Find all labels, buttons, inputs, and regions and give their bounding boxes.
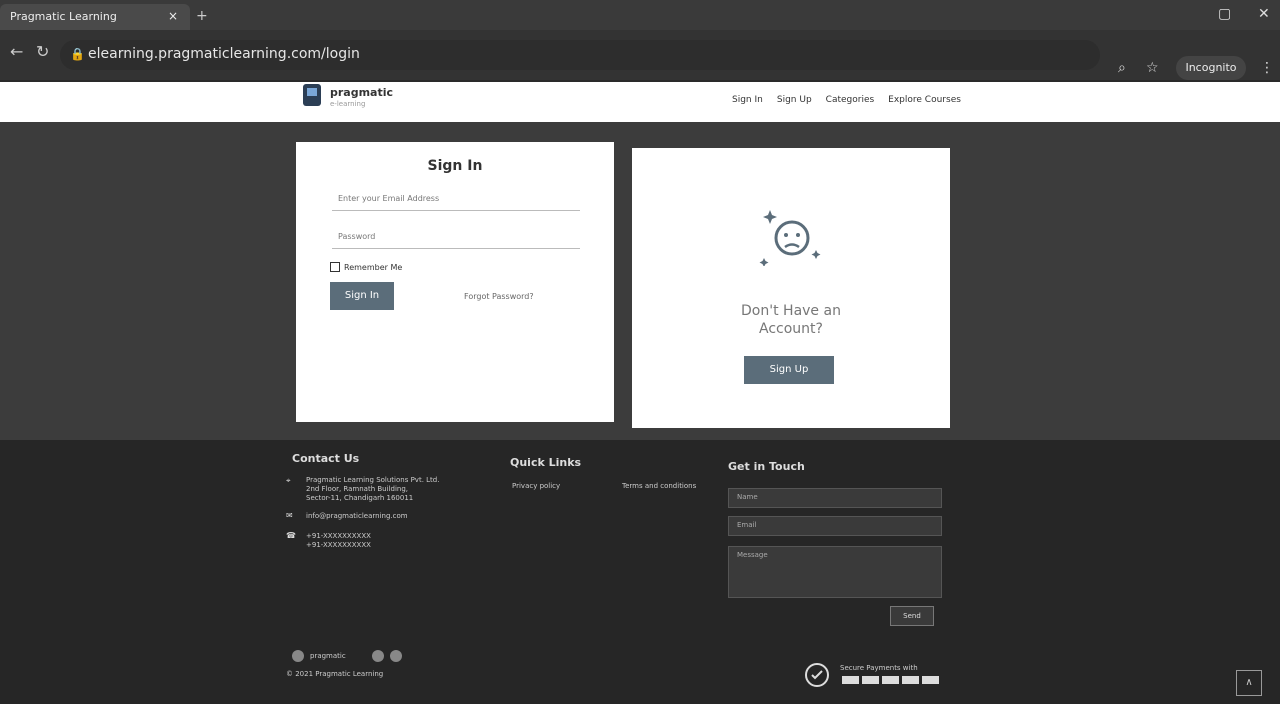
chevron-up-icon: ∧ [1245,677,1253,688]
browser-tabbar: Pragmatic Learning × + ▢ ✕ [0,0,1280,30]
nav-categories[interactable]: Categories [826,95,875,105]
facebook-icon[interactable] [292,650,304,662]
main-nav: Sign In Sign Up Categories Explore Cours… [732,95,961,105]
signup-button[interactable]: Sign Up [744,356,834,384]
brand-logo-icon [303,84,321,106]
restore-icon[interactable]: ▢ [1218,6,1231,22]
signin-button[interactable]: Sign In [330,282,394,310]
address-line: Pragmatic Learning Solutions Pvt. Ltd. [306,476,440,484]
signup-prompt-card: Don't Have an Account? Sign Up [632,148,950,428]
rupay-icon [902,676,919,684]
new-tab-button[interactable]: + [196,8,208,24]
brand-name[interactable]: pragmatic [330,86,393,99]
email-field[interactable]: Enter your Email Address [332,188,580,211]
contact-address: Pragmatic Learning Solutions Pvt. Ltd. 2… [306,476,439,503]
reload-icon[interactable]: ↻ [36,42,49,61]
back-icon[interactable]: ← [10,42,23,61]
linkedin-icon[interactable] [390,650,402,662]
url-text[interactable]: elearning.pragmaticlearning.com/login [88,46,360,62]
incognito-badge[interactable]: Incognito [1176,56,1246,80]
brand-tagline: e-learning [330,100,366,108]
address-bar[interactable]: 🔒 elearning.pragmaticlearning.com/login [60,40,1100,70]
incognito-label: Incognito [1185,61,1237,74]
mastercard-icon [862,676,879,684]
signin-title: Sign In [427,158,483,174]
scroll-to-top-button[interactable]: ∧ [1236,670,1262,696]
email-placeholder: Enter your Email Address [338,194,440,203]
phone-number[interactable]: +91-XXXXXXXXXX [306,541,371,550]
bookmark-star-icon[interactable]: ☆ [1146,60,1159,76]
no-account-line2: Account? [759,321,823,337]
site-header: pragmatic e-learning Sign In Sign Up Cat… [0,82,1280,122]
upi-icon [922,676,939,684]
send-button[interactable]: Send [890,606,934,626]
contact-heading: Contact Us [292,452,360,465]
tab-title: Pragmatic Learning [10,10,117,23]
contact-email-input[interactable]: Email [728,516,942,536]
address-line: Sector-11, Chandigarh 160011 [306,494,414,502]
secure-payments-text: Secure Payments with [840,664,918,672]
password-field[interactable]: Password [332,226,580,249]
copyright: © 2021 Pragmatic Learning [286,670,384,678]
brand-footer-text: pragmatic [310,652,346,660]
name-placeholder: Name [737,493,758,501]
nav-explore-courses[interactable]: Explore Courses [888,95,961,105]
remember-checkbox[interactable] [330,262,340,272]
signin-card: Sign In Enter your Email Address Passwor… [296,142,614,422]
twitter-icon[interactable] [372,650,384,662]
no-account-message: Don't Have an Account? [632,302,950,338]
location-icon: ⌖ [286,476,291,485]
lock-icon: 🔒 [70,47,85,61]
contact-name-input[interactable]: Name [728,488,942,508]
payment-methods [842,676,939,684]
browser-tab[interactable]: Pragmatic Learning × [0,4,190,30]
visa-icon [842,676,859,684]
address-line: 2nd Floor, Ramnath Building, [306,485,408,493]
email-icon: ✉ [286,511,293,520]
nav-sign-in[interactable]: Sign In [732,95,763,105]
phone-icon: ☎ [286,531,296,540]
sad-face-icon [759,210,821,266]
close-tab-icon[interactable]: × [168,9,178,23]
close-window-icon[interactable]: ✕ [1258,6,1270,22]
message-placeholder: Message [737,551,768,559]
menu-kebab-icon[interactable]: ⋮ [1260,60,1274,76]
secure-payment-icon [805,663,829,687]
phone-number[interactable]: +91-XXXXXXXXXX [306,532,371,541]
contact-email[interactable]: info@pragmaticlearning.com [306,512,408,521]
forgot-password-link[interactable]: Forgot Password? [464,292,534,301]
nav-sign-up[interactable]: Sign Up [777,95,812,105]
amex-icon [882,676,899,684]
footer [0,440,1280,704]
contact-phones: +91-XXXXXXXXXX +91-XXXXXXXXXX [306,532,371,550]
remember-label: Remember Me [344,262,403,272]
get-in-touch-heading: Get in Touch [728,460,805,473]
privacy-policy-link[interactable]: Privacy policy [512,482,560,491]
password-placeholder: Password [338,232,376,241]
no-account-line1: Don't Have an [741,303,841,319]
terms-link[interactable]: Terms and conditions [622,482,696,491]
remember-me[interactable]: Remember Me [330,262,402,272]
quick-links-heading: Quick Links [510,456,582,469]
contact-message-input[interactable]: Message [728,546,942,598]
search-icon[interactable]: ⌕ [1118,60,1126,76]
email-input-placeholder: Email [737,521,757,529]
